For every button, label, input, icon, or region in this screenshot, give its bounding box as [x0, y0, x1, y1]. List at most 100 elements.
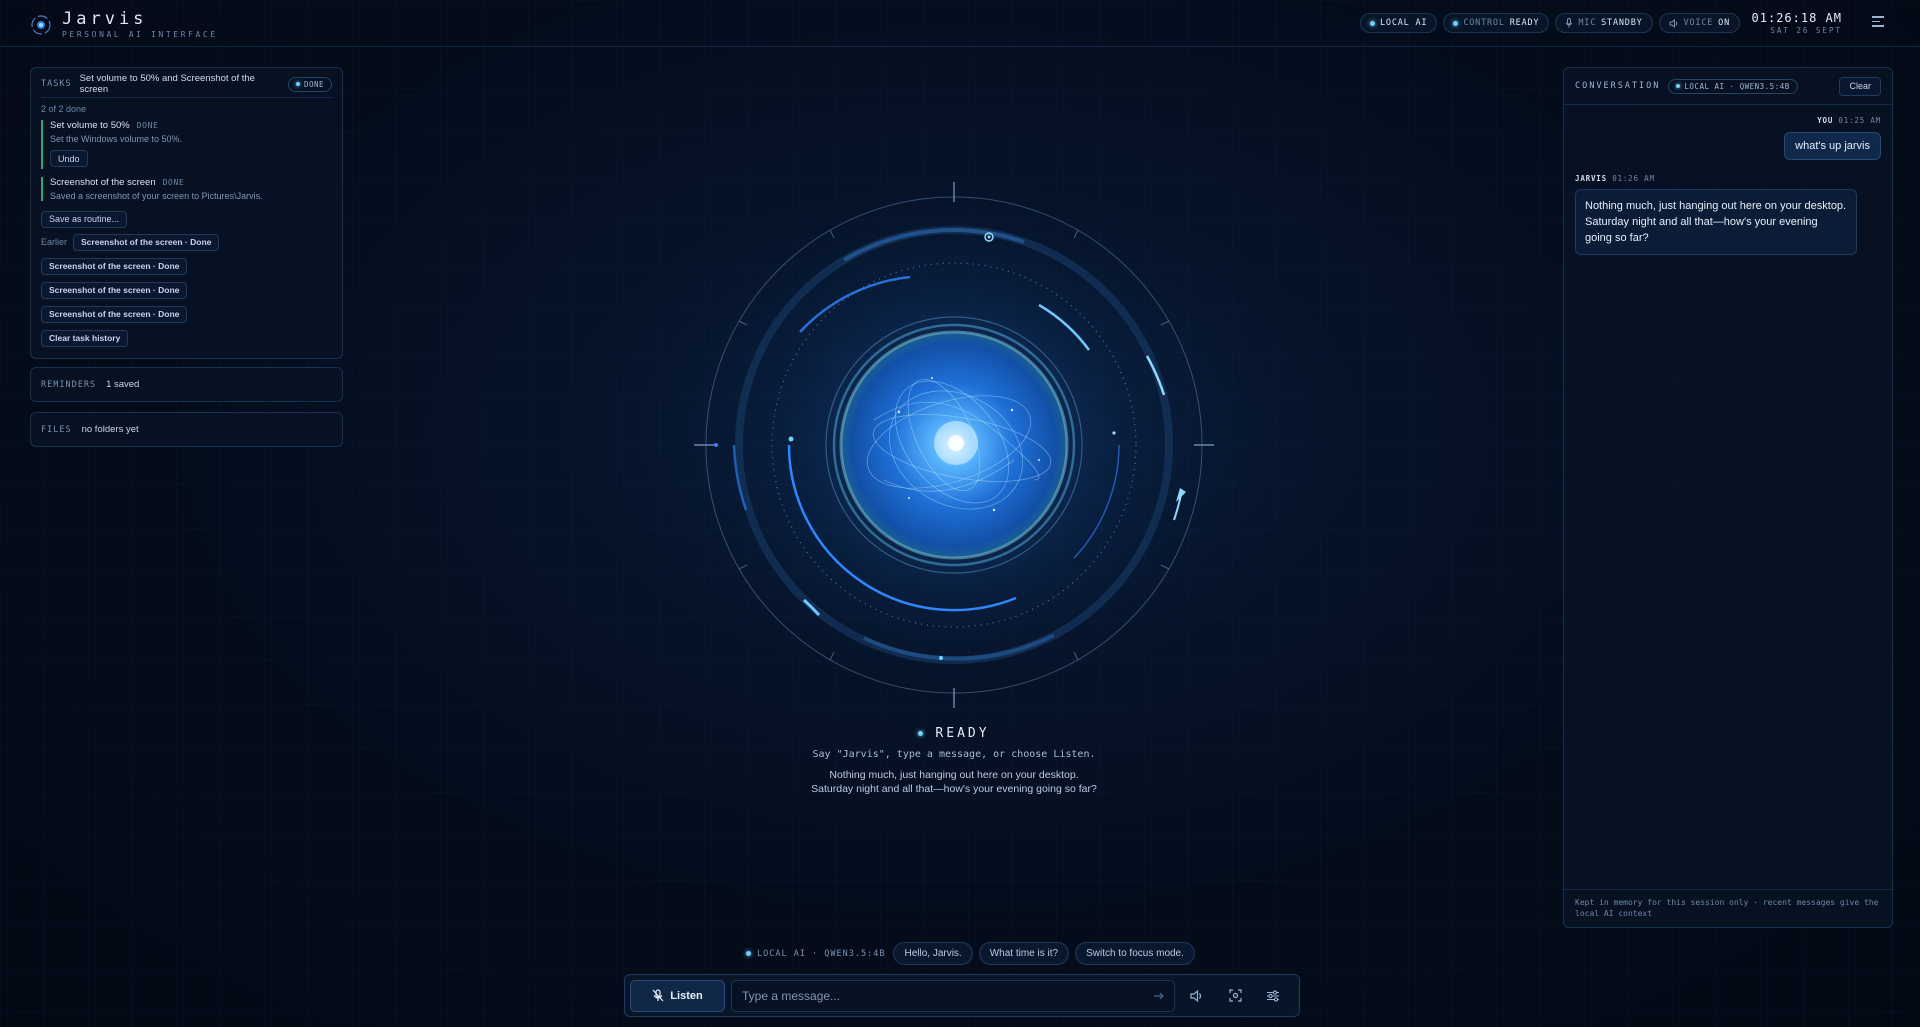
screen-capture-icon: [1228, 989, 1242, 1002]
task-progress: 2 of 2 done: [41, 104, 87, 114]
sender-name: JARVIS: [1575, 174, 1607, 183]
message-time: 01:25 AM: [1838, 116, 1881, 125]
files-panel[interactable]: FILES no folders yet: [30, 412, 343, 447]
speaker-icon: [1669, 18, 1677, 28]
brand-subtitle: PERSONAL AI INTERFACE: [62, 30, 218, 39]
status-pills: LOCAL AI CONTROL READY MIC STANDBY VOICE…: [1359, 13, 1740, 33]
history-item[interactable]: Screenshot of the screen · Done: [41, 305, 188, 323]
clock-date: SAT 26 SEPT: [1770, 26, 1842, 35]
status-dot-icon: [295, 82, 300, 86]
status-label: READY: [935, 726, 990, 741]
status-dot-icon: [918, 731, 924, 736]
status-badge: DONE: [287, 76, 332, 92]
listen-label: Listen: [670, 989, 703, 1002]
sliders-icon: [1267, 989, 1279, 1002]
divider: [41, 97, 332, 98]
badge-label: DONE: [303, 79, 324, 89]
jarvis-orb[interactable]: [694, 180, 1214, 710]
last-reply-line: Saturday night and all that—how's your e…: [811, 783, 1097, 795]
control-pill[interactable]: CONTROL READY: [1443, 13, 1550, 33]
status-title: READY: [660, 726, 1248, 741]
model-tag-label: LOCAL AI · QWEN3.5:4B: [757, 948, 886, 959]
task-item: Set volume to 50% DONE Set the Windows v…: [41, 120, 332, 169]
pill-label: LOCAL AI: [1379, 18, 1428, 28]
message-input[interactable]: [731, 979, 1175, 1012]
task-description: Saved a screenshot of your screen to Pic…: [50, 191, 263, 201]
assistant-bubble: Nothing much, just hanging out here on y…: [1575, 189, 1857, 255]
pill-label: VOICE: [1683, 18, 1714, 28]
clock-time: 01:26:18 AM: [1751, 11, 1842, 25]
task-status: DONE: [162, 178, 185, 187]
history-item[interactable]: Screenshot of the screen · Done: [41, 257, 188, 275]
message-meta: JARVIS 01:26 AM: [1575, 174, 1875, 183]
reminders-label: REMINDERS: [41, 379, 97, 390]
mic-off-icon: [652, 989, 664, 1002]
mic-pill[interactable]: MIC STANDBY: [1555, 13, 1653, 33]
history-item[interactable]: Screenshot of the screen · Done: [41, 281, 188, 299]
tasks-title: Set volume to 50% and Screenshot of the …: [79, 73, 255, 95]
suggestion-chip[interactable]: Hello, Jarvis.: [893, 942, 973, 965]
status-hint: Say "Jarvis", type a message, or choose …: [812, 749, 1096, 760]
tasks-label: TASKS: [41, 79, 72, 89]
conversation-label: CONVERSATION: [1575, 81, 1661, 91]
local-ai-pill[interactable]: LOCAL AI: [1359, 13, 1438, 33]
files-status: no folders yet: [81, 424, 139, 435]
task-name: Screenshot of the screen: [50, 177, 156, 188]
model-badge-label: LOCAL AI · QWEN3.5:4B: [1684, 81, 1790, 91]
message-time: 01:26 AM: [1612, 174, 1655, 183]
menu-icon[interactable]: [1872, 16, 1884, 28]
earlier-label: Earlier: [41, 237, 68, 247]
save-routine-button[interactable]: Save as routine...: [41, 210, 128, 228]
message-meta: YOU 01:25 AM: [1784, 116, 1881, 125]
pill-value: STANDBY: [1601, 18, 1643, 28]
pill-label: CONTROL: [1463, 18, 1505, 28]
conversation-panel: CONVERSATION LOCAL AI · QWEN3.5:4B Clear…: [1563, 67, 1893, 928]
conversation-footer: Kept in memory for this session only · r…: [1564, 889, 1892, 927]
clear-conversation-button[interactable]: Clear: [1839, 76, 1881, 96]
task-status: DONE: [136, 121, 159, 130]
user-message: YOU 01:25 AM what's up jarvis: [1784, 116, 1881, 160]
suggestions-row: LOCAL AI · QWEN3.5:4B Hello, Jarvis. Wha…: [746, 942, 1195, 965]
suggestion-chip[interactable]: Switch to focus mode.: [1075, 942, 1195, 965]
screen-capture-button[interactable]: [1219, 980, 1251, 1012]
brand-name: Jarvis: [62, 9, 148, 29]
history-item[interactable]: Screenshot of the screen · Done: [73, 233, 220, 251]
last-reply: Nothing much, just hanging out here on y…: [660, 768, 1248, 796]
sender-name: YOU: [1817, 116, 1834, 125]
pill-value: READY: [1509, 18, 1540, 28]
files-label: FILES: [41, 424, 72, 435]
task-history: Earlier Screenshot of the screen · Done: [41, 233, 332, 251]
task-description: Set the Windows volume to 50%.: [50, 134, 183, 144]
voice-pill[interactable]: VOICE ON: [1658, 13, 1740, 33]
reminders-count: 1 saved: [106, 379, 140, 390]
speaker-button[interactable]: [1181, 980, 1213, 1012]
status-dot-icon: [1369, 20, 1375, 26]
task-item: Screenshot of the screen DONE Saved a sc…: [41, 177, 332, 201]
suggestion-chip[interactable]: What time is it?: [978, 942, 1070, 965]
pill-value: ON: [1718, 18, 1730, 28]
last-reply-line: Nothing much, just hanging out here on y…: [829, 769, 1079, 781]
clear-history-button[interactable]: Clear task history: [41, 329, 129, 347]
tasks-header: TASKS Set volume to 50% and Screenshot o…: [41, 73, 332, 95]
reminders-panel[interactable]: REMINDERS 1 saved: [30, 367, 343, 402]
settings-button[interactable]: [1257, 980, 1289, 1012]
composer: Listen: [624, 974, 1300, 1017]
jarvis-logo-icon: [31, 14, 51, 35]
user-bubble: what's up jarvis: [1784, 132, 1881, 160]
assistant-message: JARVIS 01:26 AM Nothing much, just hangi…: [1575, 174, 1875, 255]
message-input-wrap: [731, 979, 1175, 1012]
speaker-icon: [1190, 989, 1202, 1002]
send-arrow-icon[interactable]: [1153, 990, 1165, 1002]
history-list: Screenshot of the screen · Done Screensh…: [41, 257, 332, 347]
status-dot-icon: [1676, 84, 1681, 88]
top-bar: Jarvis PERSONAL AI INTERFACE LOCAL AI CO…: [0, 0, 1920, 47]
mic-icon: [1565, 18, 1573, 28]
status-dot-icon: [1453, 20, 1459, 26]
undo-button[interactable]: Undo: [50, 150, 88, 167]
clock: 01:26:18 AM SAT 26 SEPT: [1752, 11, 1842, 35]
model-tag: LOCAL AI · QWEN3.5:4B: [746, 949, 885, 959]
listen-button[interactable]: Listen: [630, 979, 725, 1012]
pill-label: MIC: [1578, 18, 1597, 28]
model-badge: LOCAL AI · QWEN3.5:4B: [1668, 78, 1798, 94]
status-panel: READY Say "Jarvis", type a message, or c…: [660, 726, 1248, 796]
